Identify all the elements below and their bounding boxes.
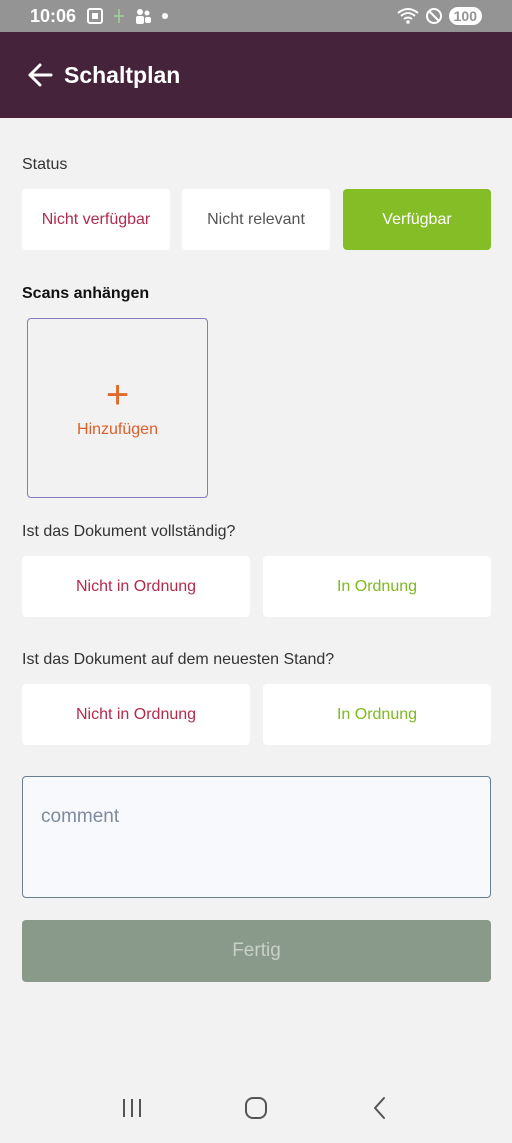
status-time: 10:06 xyxy=(30,5,77,26)
uptodate-not-ok-button[interactable]: Nicht in Ordnung xyxy=(22,684,250,745)
add-scan-button[interactable]: + Hinzufügen xyxy=(27,318,208,498)
done-button[interactable]: Fertig xyxy=(22,920,491,982)
system-nav-bar xyxy=(0,1072,512,1143)
status-label: Status xyxy=(22,156,68,173)
chevron-left-icon xyxy=(374,1096,385,1119)
plus-icon: + xyxy=(105,373,130,417)
uptodate-question: Ist das Dokument auf dem neuesten Stand? xyxy=(22,651,335,668)
notification-dot-icon xyxy=(162,13,169,19)
do-not-disturb-icon xyxy=(425,8,442,24)
status-not-available-button[interactable]: Nicht verfügbar xyxy=(22,189,170,250)
battery-indicator: 100 xyxy=(448,7,482,25)
add-scan-label: Hinzufügen xyxy=(77,421,158,438)
network-activity-icon xyxy=(114,9,125,23)
back-button[interactable] xyxy=(10,45,70,105)
status-available-button[interactable]: Verfügbar xyxy=(343,189,491,250)
page-title: Schaltplan xyxy=(64,61,181,88)
complete-not-ok-button[interactable]: Nicht in Ordnung xyxy=(22,556,250,617)
complete-ok-button[interactable]: In Ordnung xyxy=(263,556,491,617)
system-status-bar: 10:06 100 xyxy=(0,0,512,32)
home-icon xyxy=(245,1096,267,1119)
home-button[interactable] xyxy=(226,1078,286,1138)
wifi-icon xyxy=(397,8,419,24)
comment-input[interactable] xyxy=(22,776,491,898)
scans-label: Scans anhängen xyxy=(22,285,150,302)
uptodate-ok-button[interactable]: In Ordnung xyxy=(263,684,491,745)
app-bar: Schaltplan xyxy=(0,32,512,118)
teams-icon xyxy=(136,9,152,24)
status-not-relevant-button[interactable]: Nicht relevant xyxy=(182,189,330,250)
screenshot-icon xyxy=(87,8,104,24)
recent-apps-button[interactable] xyxy=(102,1078,162,1138)
recent-apps-icon xyxy=(123,1098,141,1117)
back-nav-button[interactable] xyxy=(350,1078,410,1138)
completeness-question: Ist das Dokument vollständig? xyxy=(22,523,236,540)
arrow-left-icon xyxy=(28,63,53,87)
